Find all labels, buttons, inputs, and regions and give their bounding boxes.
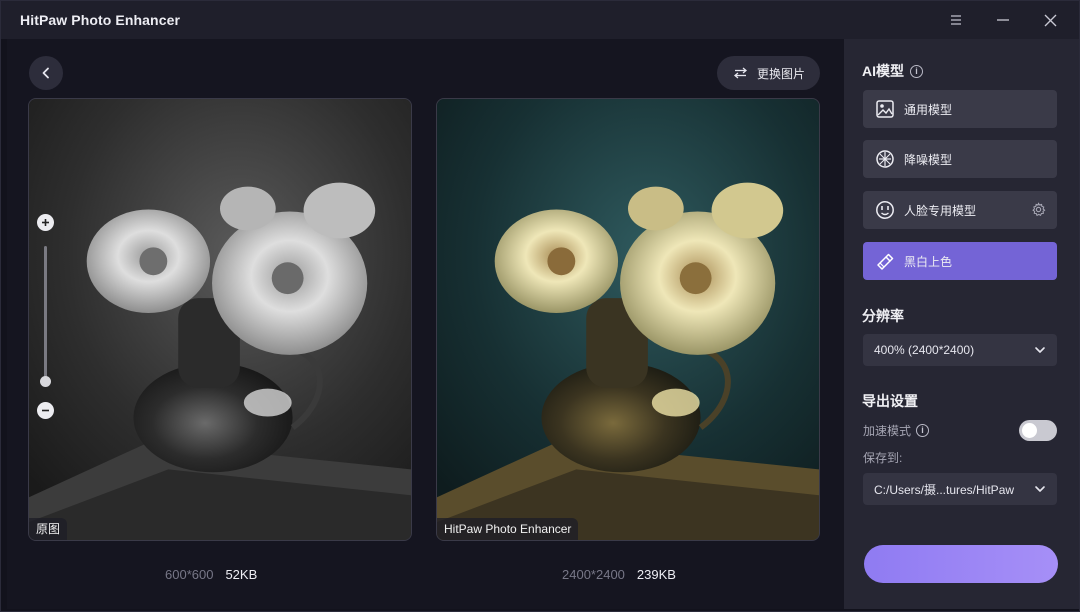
- model-general-button[interactable]: 通用模型: [863, 90, 1057, 128]
- accel-mode-toggle[interactable]: [1019, 420, 1057, 441]
- swap-image-button[interactable]: 更换图片: [717, 56, 820, 90]
- back-button[interactable]: [29, 56, 63, 90]
- model-denoise-label: 降噪模型: [904, 152, 953, 167]
- enhanced-image-panel[interactable]: HitPaw Photo Enhancer: [436, 98, 820, 541]
- enhanced-file-size: 239KB: [636, 567, 676, 582]
- export-button[interactable]: [864, 545, 1058, 583]
- plus-icon: [42, 219, 49, 226]
- menu-icon: [951, 15, 961, 25]
- zoom-slider-track[interactable]: [44, 246, 47, 386]
- accel-mode-label: 加速模式: [863, 424, 912, 438]
- resolution-section-title: 分辨率: [862, 306, 904, 326]
- accel-mode-row: 加速模式 i: [863, 422, 930, 439]
- app-window: HitPaw Photo Enhancer 更换图片 原图 HitPaw Pho…: [0, 0, 1080, 612]
- app-title: HitPaw Photo Enhancer: [20, 12, 181, 28]
- enhanced-size-info: 2400*2400 239KB: [562, 567, 676, 582]
- gear-icon[interactable]: [1031, 202, 1046, 217]
- enhanced-dimensions: 2400*2400: [562, 567, 625, 582]
- original-photo: [29, 99, 411, 540]
- face-icon: [876, 201, 894, 219]
- denoise-icon: [876, 150, 894, 168]
- save-path-value: C:/Users/摄...tures/HitPaw: [874, 482, 1015, 497]
- ai-model-title: AI模型: [862, 63, 904, 79]
- toggle-knob: [1022, 423, 1037, 438]
- chevron-down-icon: [1035, 486, 1045, 492]
- save-to-row: 保存到:: [863, 449, 902, 466]
- chevron-down-icon: [1035, 347, 1045, 353]
- info-icon[interactable]: i: [916, 424, 930, 437]
- resolution-value: 400% (2400*2400): [874, 343, 975, 357]
- model-colorize-button[interactable]: 黑白上色: [863, 242, 1057, 280]
- original-tag: 原图: [29, 518, 68, 540]
- close-icon: [1044, 14, 1056, 26]
- image-icon: [876, 100, 894, 118]
- menu-button[interactable]: [942, 7, 970, 33]
- model-face-button[interactable]: 人脸专用模型: [863, 191, 1057, 229]
- minimize-button[interactable]: [989, 7, 1017, 33]
- zoom-out-button[interactable]: [37, 402, 54, 419]
- resolution-select[interactable]: 400% (2400*2400): [863, 334, 1057, 366]
- model-face-label: 人脸专用模型: [904, 203, 977, 218]
- preview-area: 更换图片 原图 HitPaw Photo Enhancer 600*600 52…: [7, 39, 844, 609]
- resolution-title: 分辨率: [862, 308, 904, 324]
- save-path-select[interactable]: C:/Users/摄...tures/HitPaw: [863, 473, 1057, 505]
- minus-icon: [42, 409, 49, 412]
- zoom-in-button[interactable]: [37, 214, 54, 231]
- original-file-size: 52KB: [225, 567, 258, 582]
- original-dimensions: 600*600: [165, 567, 214, 582]
- model-denoise-button[interactable]: 降噪模型: [863, 140, 1057, 178]
- model-general-label: 通用模型: [904, 102, 953, 117]
- zoom-slider-handle[interactable]: [40, 376, 51, 387]
- colorize-icon: [877, 253, 894, 270]
- swap-icon: [733, 67, 748, 79]
- info-icon[interactable]: i: [910, 64, 923, 78]
- minimize-icon: [997, 19, 1009, 21]
- ai-model-section-title: AI模型 i: [862, 61, 923, 81]
- save-to-label: 保存到:: [863, 451, 903, 465]
- close-button[interactable]: [1036, 7, 1064, 33]
- export-section-title: 导出设置: [862, 391, 918, 411]
- settings-sidebar: AI模型 i 通用模型 降噪模型 人脸专用模型 黑白上色 分辨率 400% (2…: [844, 39, 1079, 609]
- model-colorize-label: 黑白上色: [904, 254, 953, 269]
- enhanced-photo: [437, 99, 819, 540]
- chevron-left-icon: [42, 67, 49, 79]
- original-size-info: 600*600 52KB: [165, 567, 257, 582]
- swap-image-label: 更换图片: [757, 66, 806, 81]
- export-title: 导出设置: [862, 393, 918, 409]
- title-bar: HitPaw Photo Enhancer: [1, 1, 1079, 39]
- original-image-panel[interactable]: 原图: [28, 98, 412, 541]
- enhanced-tag: HitPaw Photo Enhancer: [437, 518, 579, 540]
